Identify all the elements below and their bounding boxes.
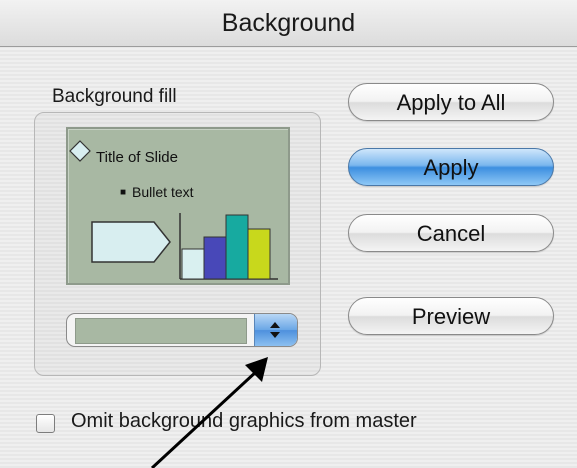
preview-slide-title: Title of Slide [96, 149, 178, 166]
chart-bar-4 [247, 228, 271, 280]
apply-to-all-button[interactable]: Apply to All [348, 83, 554, 121]
preview-bullet-text: Bullet text [132, 184, 194, 200]
preview-button[interactable]: Preview [348, 297, 554, 335]
omit-graphics-label[interactable]: Omit background graphics from master [71, 410, 417, 433]
diamond-icon [69, 140, 91, 162]
popup-arrows[interactable] [254, 314, 297, 346]
background-dialog: Background Background fill Title of Slid… [0, 0, 577, 468]
cancel-button[interactable]: Cancel [348, 214, 554, 252]
preview-bullet-line: ■ Bullet text [120, 184, 194, 200]
omit-graphics-checkbox[interactable] [36, 414, 55, 433]
dialog-title: Background [221, 9, 356, 37]
fill-color-popup[interactable] [66, 313, 298, 347]
dialog-titlebar: Background [0, 0, 577, 47]
pentagon-arrow-shape [91, 221, 171, 263]
apply-button[interactable]: Apply [348, 148, 554, 186]
bullet-glyph: ■ [120, 187, 127, 198]
fill-color-swatch [75, 318, 247, 344]
chart-bar-2 [203, 236, 227, 280]
slide-preview: Title of Slide ■ Bullet text [66, 127, 290, 285]
chart-bar-3 [225, 214, 249, 280]
updown-arrows-icon [270, 322, 280, 338]
background-fill-label: Background fill [52, 86, 177, 107]
chart-bar-1 [181, 248, 205, 280]
